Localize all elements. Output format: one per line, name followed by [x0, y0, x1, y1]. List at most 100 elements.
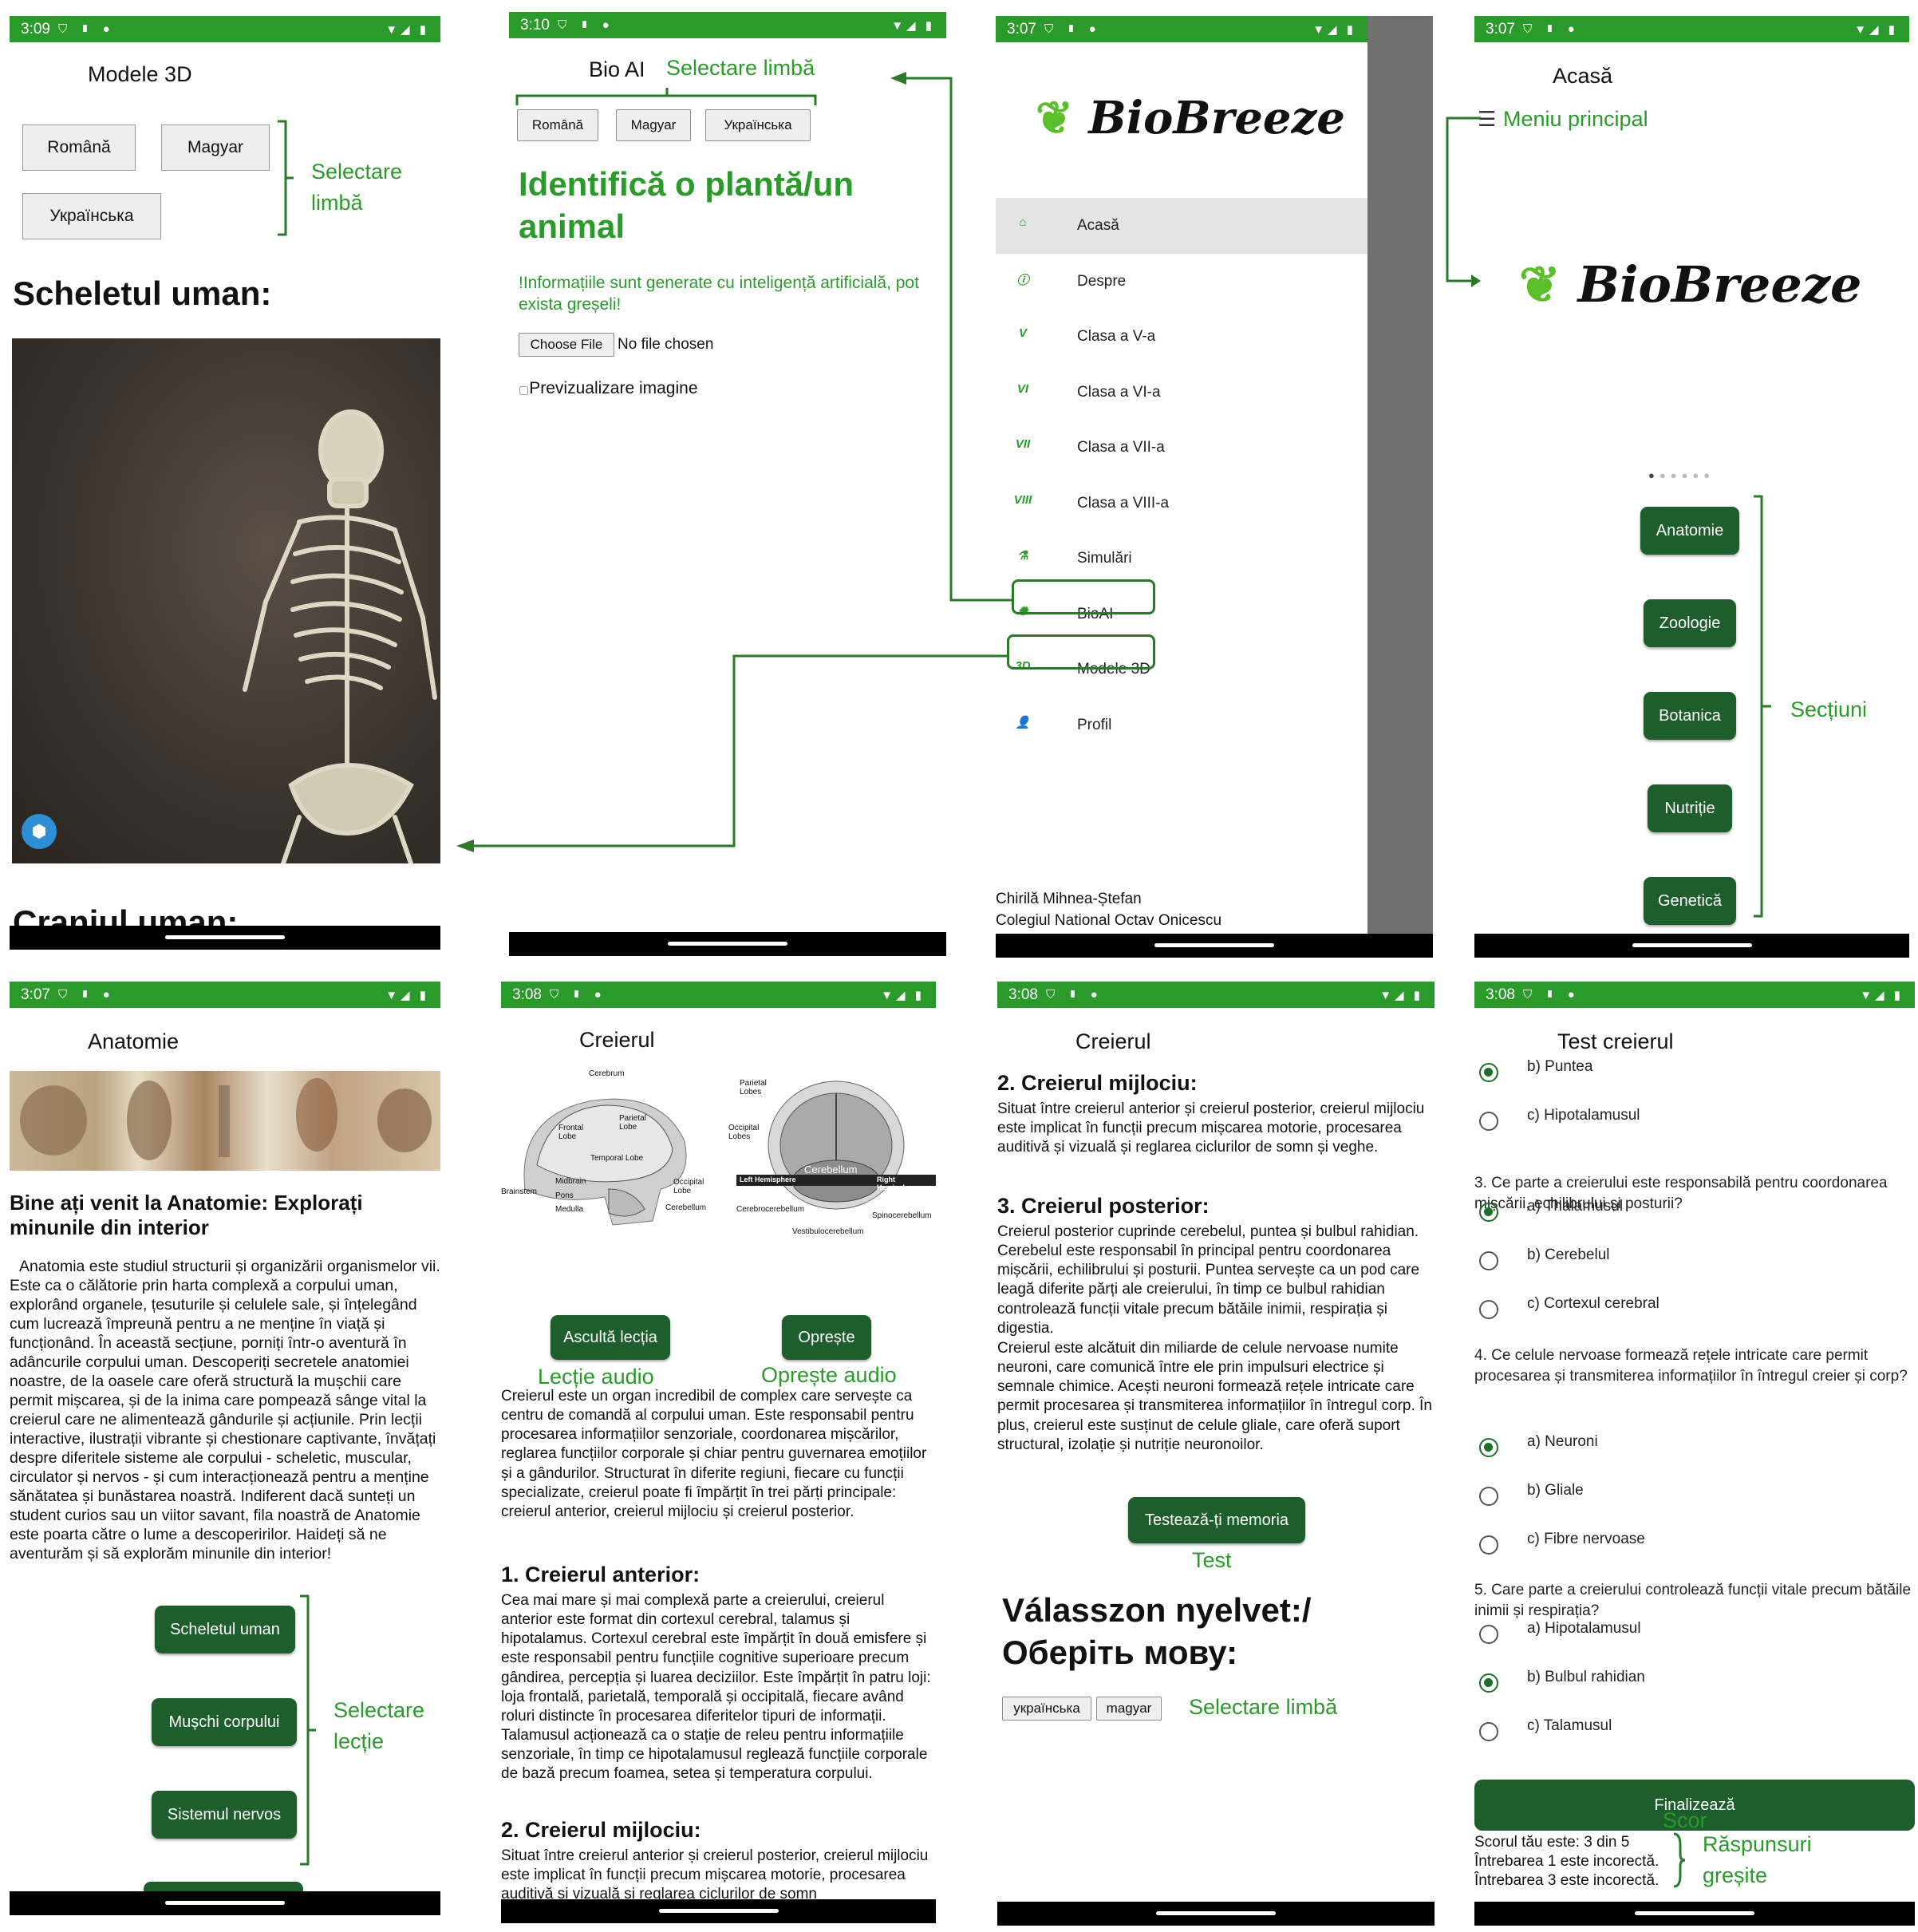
carousel-dot-active[interactable]: ●	[1648, 469, 1660, 481]
3d-cube-icon[interactable]: ⬢	[22, 814, 57, 849]
section-button[interactable]: Nutriție	[1648, 784, 1732, 832]
wrong-answer-1: Întrebarea 1 este incorectă.	[1474, 1853, 1660, 1870]
banner-illustrations	[20, 1078, 432, 1160]
home-indicator[interactable]	[668, 942, 787, 946]
menu-item[interactable]: ⓘ Despre	[996, 254, 1367, 310]
home-indicator[interactable]	[1154, 943, 1274, 947]
midbrain-text: Situat între creierul anterior și creier…	[997, 1100, 1425, 1156]
menu-item-label: Clasa a VII-a	[1077, 439, 1165, 456]
test-memory-button[interactable]: Testează-ți memoria	[1128, 1497, 1305, 1543]
menu-item[interactable]: 👤 Profil	[996, 697, 1367, 753]
3d-model-viewer[interactable]: ⬢	[12, 338, 440, 866]
status-icons: ⛉ ▮ ●	[1522, 22, 1580, 36]
status-icons: ⛉ ▮ ●	[549, 988, 606, 1002]
annot-arrows	[456, 72, 1013, 852]
menu-item[interactable]: ⚗ Simulări	[996, 531, 1367, 587]
signal-icons: ▼◢ ▮	[385, 988, 429, 1002]
status-bar: 3:08 ⛉ ▮ ● ▼◢ ▮	[1474, 982, 1915, 1008]
signal-icons: ▼◢ ▮	[1312, 22, 1356, 37]
listen-lesson-button[interactable]: Ascultă lecția	[551, 1315, 670, 1360]
option-label: b) Gliale	[1527, 1482, 1584, 1499]
radio-button[interactable]	[1479, 1112, 1498, 1131]
radio-button[interactable]	[1479, 1625, 1498, 1644]
annot-line: Răspunsuri	[1703, 1832, 1812, 1856]
lang-prompt: Válasszon nyelvet:/ Оберіть мову:	[1002, 1590, 1312, 1673]
heading-midbrain: 2. Creierul mijlociu:	[997, 1071, 1198, 1095]
carousel-dots[interactable]: ●●●●●●	[1648, 469, 1715, 481]
radio-button[interactable]	[1479, 1300, 1498, 1319]
home-indicator[interactable]	[165, 1901, 285, 1905]
radio-button[interactable]	[1479, 1673, 1498, 1693]
home-indicator[interactable]	[1156, 1911, 1276, 1915]
signal-icons: ▼◢ ▮	[1860, 988, 1904, 1002]
lang-button-ro[interactable]: Română	[22, 124, 136, 171]
status-icons: ⛉ ▮ ●	[557, 18, 614, 32]
menu-item[interactable]: ⌂ Acasă	[996, 198, 1367, 254]
footer-name: Chirilă Mihnea-Ștefan	[996, 891, 1142, 907]
scrim[interactable]	[1367, 16, 1433, 958]
section-button[interactable]: Anatomie	[1640, 507, 1739, 555]
lang-button-uk[interactable]: українська	[1002, 1697, 1091, 1721]
menu-item-label: Clasa a V-a	[1077, 328, 1156, 345]
nav-bar	[996, 934, 1433, 958]
lang-button-hu[interactable]: magyar	[1096, 1697, 1162, 1721]
home-indicator[interactable]	[1632, 943, 1752, 947]
annot-line: Selectare	[311, 160, 403, 184]
menu-item-label: Clasa a VIII-a	[1077, 494, 1170, 512]
radio-button[interactable]	[1479, 1722, 1498, 1741]
menu-item[interactable]: VIII Clasa a VIII-a	[996, 476, 1367, 531]
stop-audio-button[interactable]: Oprește	[782, 1315, 871, 1360]
screen-home: 3:07 ⛉ ▮ ● ▼◢ ▮ Acasă ☰ ❦ BioBreeze ●●●●●●…	[1474, 16, 1909, 958]
welcome-heading: Bine ați venit la Anatomie: Explorați mi…	[10, 1191, 363, 1240]
section-button[interactable]: Zoologie	[1644, 599, 1736, 647]
screen-brain-test: 3:08 ⛉ ▮ ● ▼◢ ▮ Test creierul b) Puntea c) …	[1474, 982, 1915, 1926]
lesson-button[interactable]: Sistemul nervos	[152, 1791, 297, 1839]
status-icons: ⛉ ▮ ●	[1522, 988, 1580, 1002]
page-title: Modele 3D	[88, 62, 192, 86]
score-text: Scorul tău este: 3 din 5	[1474, 1834, 1630, 1851]
section-button[interactable]: Genetică	[1644, 877, 1736, 925]
radio-button[interactable]	[1479, 1251, 1498, 1270]
annot-lang-select: Selectare limbă	[1189, 1695, 1338, 1719]
lesson-button[interactable]: Scheletul uman	[155, 1606, 295, 1653]
label-cerebellum: Cerebellum	[804, 1164, 858, 1175]
heading-forebrain: 1. Creierul anterior:	[501, 1563, 701, 1586]
option-label: b) Bulbul rahidian	[1527, 1669, 1645, 1685]
midbrain-text: Situat între creierul anterior și creier…	[501, 1847, 929, 1899]
lang-button-hu[interactable]: Magyar	[161, 124, 270, 171]
status-icons: ⛉ ▮ ●	[57, 988, 115, 1002]
lang-button-uk[interactable]: Українська	[22, 193, 161, 239]
signal-icons: ▼◢ ▮	[385, 22, 429, 37]
label-cerebrocerebellum: Cerebrocerebellum	[736, 1205, 805, 1214]
lesson-button[interactable]: Mușchi corpului	[152, 1698, 297, 1746]
menu-item-label: Clasa a VI-a	[1077, 383, 1161, 401]
annot-bracket	[278, 120, 294, 236]
home-indicator[interactable]	[1635, 1911, 1754, 1915]
section-button[interactable]: Botanica	[1644, 692, 1736, 740]
heading-midbrain: 2. Creierul mijlociu:	[501, 1818, 701, 1842]
annot-lang-select: Selectare limbă	[311, 156, 402, 219]
menu-item[interactable]: VI Clasa a VI-a	[996, 365, 1367, 421]
radio-button[interactable]	[1479, 1203, 1498, 1222]
menu-item[interactable]: VII Clasa a VII-a	[996, 420, 1367, 476]
logo-text: BioBreeze	[1088, 92, 1345, 144]
lang-prompt-line: Оберіть мову:	[1002, 1633, 1238, 1671]
home-indicator[interactable]	[658, 1909, 779, 1913]
option-label: c) Talamusul	[1527, 1717, 1612, 1734]
radio-button[interactable]	[1479, 1438, 1498, 1457]
menu-item[interactable]: V Clasa a V-a	[996, 309, 1367, 365]
status-time: 3:08	[1486, 986, 1515, 1003]
label-occipital-lobes: Occipital Lobes	[728, 1124, 760, 1141]
page-title: Anatomie	[88, 1029, 180, 1053]
nav-bar	[997, 1902, 1435, 1926]
radio-button[interactable]	[1479, 1063, 1498, 1082]
home-indicator[interactable]	[165, 935, 285, 939]
radio-button[interactable]	[1479, 1535, 1498, 1555]
option-label: c) Fibre nervoase	[1527, 1531, 1645, 1547]
status-bar: 3:07 ⛉ ▮ ● ▼◢ ▮	[10, 982, 440, 1008]
annot-line: Selectare	[333, 1698, 425, 1722]
option-label: b) Puntea	[1527, 1058, 1593, 1075]
screen-anatomy: 3:07 ⛉ ▮ ● ▼◢ ▮ Anatomie Bine ați venit la…	[10, 982, 440, 1915]
radio-button[interactable]	[1479, 1487, 1498, 1506]
screen-brain-lesson: 3:08 ⛉ ▮ ● ▼◢ ▮ Creierul Cerebrum Frontal …	[501, 982, 936, 1923]
